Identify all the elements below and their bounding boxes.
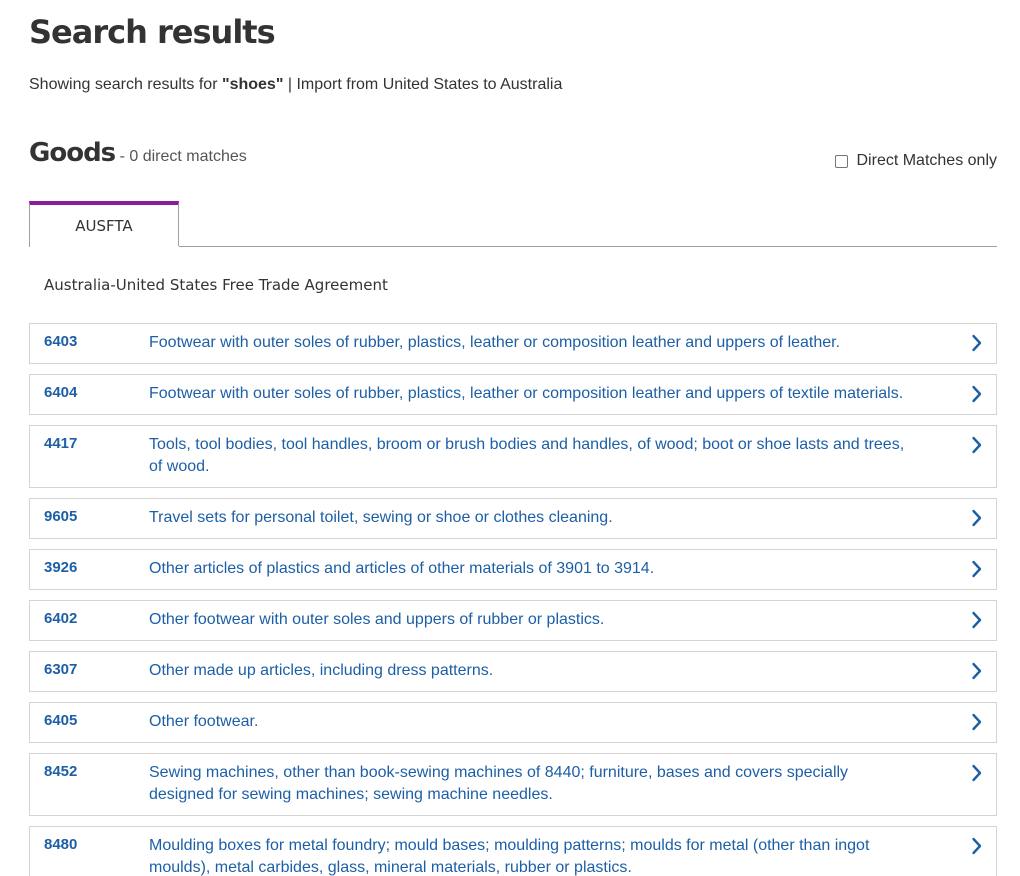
result-description[interactable]: Other footwear with outer soles and uppe… (149, 609, 909, 631)
result-row[interactable]: 9605 Travel sets for personal toilet, sew… (29, 498, 997, 539)
result-row[interactable]: 6405 Other footwear. (29, 702, 997, 743)
result-description[interactable]: Moulding boxes for metal foundry; mould … (149, 835, 909, 876)
direct-matches-checkbox[interactable] (834, 154, 848, 168)
hs-code-link[interactable]: 9605 (44, 508, 77, 525)
hs-code-link[interactable]: 3926 (44, 559, 77, 576)
result-row[interactable]: 8480 Moulding boxes for metal foundry; mo… (29, 826, 997, 876)
result-row[interactable]: 6402 Other footwear with outer soles and … (29, 600, 997, 641)
agreement-tabs: AUSFTA (29, 201, 997, 248)
hs-code-link[interactable]: 6307 (44, 661, 77, 678)
hs-code-link[interactable]: 4417 (44, 435, 77, 452)
chevron-right-icon[interactable] (971, 837, 983, 855)
result-row[interactable]: 8452 Sewing machines, other than book-sew… (29, 753, 997, 816)
result-description[interactable]: Tools, tool bodies, tool handles, broom … (149, 434, 909, 478)
hs-code-link[interactable]: 8480 (44, 836, 77, 853)
chevron-right-icon[interactable] (971, 764, 983, 782)
hs-code-link[interactable]: 8452 (44, 763, 77, 780)
result-row[interactable]: 6307 Other made up articles, including dr… (29, 651, 997, 692)
search-summary: Showing search results for "shoes" | Imp… (29, 75, 562, 95)
hs-code-link[interactable]: 6404 (44, 384, 77, 401)
result-row[interactable]: 6404 Footwear with outer soles of rubber,… (29, 374, 997, 415)
chevron-right-icon[interactable] (971, 662, 983, 680)
result-description[interactable]: Footwear with outer soles of rubber, pla… (149, 332, 909, 354)
chevron-right-icon[interactable] (971, 385, 983, 403)
summary-prefix: Showing search results for (29, 76, 222, 93)
hs-code-link[interactable]: 6403 (44, 333, 77, 350)
chevron-right-icon[interactable] (971, 611, 983, 629)
result-description[interactable]: Travel sets for personal toilet, sewing … (149, 507, 909, 529)
result-description[interactable]: Other footwear. (149, 711, 909, 733)
chevron-right-icon[interactable] (971, 560, 983, 578)
goods-heading: Goods - 0 direct matches (29, 138, 247, 168)
chevron-right-icon[interactable] (971, 334, 983, 352)
result-row[interactable]: 4417 Tools, tool bodies, tool handles, br… (29, 425, 997, 488)
chevron-right-icon[interactable] (971, 713, 983, 731)
summary-suffix: | Import from United States to Australia (283, 76, 563, 93)
tab-label: AUSFTA (75, 217, 133, 235)
result-description[interactable]: Other articles of plastics and articles … (149, 558, 909, 580)
goods-match-count: - 0 direct matches (115, 148, 247, 165)
page-title: Search results (29, 13, 276, 51)
direct-matches-toggle[interactable]: Direct Matches only (834, 152, 998, 170)
result-row[interactable]: 3926 Other articles of plastics and artic… (29, 549, 997, 590)
hs-code-link[interactable]: 6402 (44, 610, 77, 627)
goods-title: Goods (29, 138, 116, 168)
agreement-title: Australia-United States Free Trade Agree… (44, 276, 388, 294)
result-description[interactable]: Other made up articles, including dress … (149, 660, 909, 682)
tab-ausfta[interactable]: AUSFTA (29, 201, 179, 248)
result-row[interactable]: 6403 Footwear with outer soles of rubber,… (29, 323, 997, 364)
hs-code-link[interactable]: 6405 (44, 712, 77, 729)
chevron-right-icon[interactable] (971, 509, 983, 527)
results-list: 6403 Footwear with outer soles of rubber,… (29, 323, 997, 876)
result-description[interactable]: Footwear with outer soles of rubber, pla… (149, 383, 909, 405)
search-term: "shoes" (221, 76, 284, 93)
direct-matches-label: Direct Matches only (856, 152, 998, 169)
result-description[interactable]: Sewing machines, other than book-sewing … (149, 762, 909, 806)
chevron-right-icon[interactable] (971, 436, 983, 454)
